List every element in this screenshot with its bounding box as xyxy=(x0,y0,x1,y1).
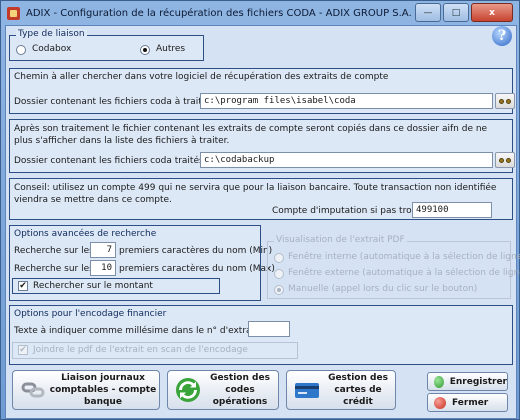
maximize-button[interactable]: □ xyxy=(443,3,469,22)
montant-checkbox-row[interactable]: ✔ Rechercher sur le montant xyxy=(12,278,220,294)
gestion-codes-operations-label: Gestion des codes opérations xyxy=(210,373,270,407)
traites-label: Dossier contenant les fichiers coda trai… xyxy=(14,156,204,166)
save-icon xyxy=(434,375,444,388)
recherche-max-input[interactable]: 10 xyxy=(90,260,116,276)
fenetre-interne-label[interactable]: Fenêtre interne (automatique à la sélect… xyxy=(288,252,520,262)
radio-manuelle[interactable] xyxy=(274,285,284,295)
chemin-panel: Chemin à aller chercher dans votre logic… xyxy=(9,68,515,114)
recycle-icon xyxy=(174,376,202,404)
autres-label[interactable]: Autres xyxy=(156,44,185,54)
visualisation-panel: Visualisation de l'extrait PDF Fenêtre i… xyxy=(267,235,520,299)
recherche-max-suffix: premiers caractères du nom (Max) xyxy=(119,264,275,274)
type-liaison-panel: Type de liaison Codabox Autres xyxy=(9,29,204,61)
radio-codabox[interactable] xyxy=(16,45,26,55)
minimize-button[interactable]: — xyxy=(415,3,441,22)
radio-fenetre-externe[interactable] xyxy=(274,269,284,279)
help-icon[interactable]: ? xyxy=(492,26,512,46)
liaison-journaux-label: Liaison journaux comptables - compte ban… xyxy=(49,373,157,407)
liaison-journaux-button[interactable]: Liaison journaux comptables - compte ban… xyxy=(12,370,160,410)
compte-imputation-label: Compte d'imputation si pas trouvé xyxy=(272,206,429,216)
fenetre-externe-label[interactable]: Fenêtre externe (automatique à la sélect… xyxy=(288,268,520,278)
encodage-legend: Options pour l'encodage financier xyxy=(14,309,167,319)
credit-card-icon xyxy=(293,376,321,404)
chemin-intro: Chemin à aller chercher dans votre logic… xyxy=(14,72,389,82)
radio-fenetre-interne[interactable] xyxy=(274,253,284,263)
codabox-label[interactable]: Codabox xyxy=(32,44,71,54)
chemin-label: Dossier contenant les fichiers coda à tr… xyxy=(14,97,212,107)
radio-autres[interactable] xyxy=(140,45,150,55)
gestion-codes-operations-button[interactable]: Gestion des codes opérations xyxy=(167,370,279,410)
chemin-browse-button[interactable] xyxy=(495,93,515,109)
close-button[interactable]: x xyxy=(471,3,513,22)
recherche-min-prefix: Recherche sur les xyxy=(14,246,94,256)
recherche-min-suffix: premiers caractères du nom (Min) xyxy=(119,246,273,256)
app-icon xyxy=(7,6,20,20)
main-window: ADIX - Configuration de la récupération … xyxy=(0,0,520,420)
enregistrer-label: Enregistrer xyxy=(449,376,507,387)
montant-checkbox[interactable]: ✔ xyxy=(18,281,28,291)
gestion-cartes-credit-label: Gestion des cartes de crédit xyxy=(328,373,388,407)
recherche-max-prefix: Recherche sur les xyxy=(14,264,94,274)
joindre-label[interactable]: Joindre le pdf de l'extrait en scan de l… xyxy=(33,345,248,355)
montant-label[interactable]: Rechercher sur le montant xyxy=(33,281,153,291)
recherche-min-input[interactable]: 7 xyxy=(90,242,116,258)
traites-input[interactable]: c:\codabackup xyxy=(200,152,493,168)
compte-imputation-input[interactable]: 499100 xyxy=(412,202,492,218)
window-controls: — □ x xyxy=(415,3,513,22)
window-title: ADIX - Configuration de la récupération … xyxy=(26,7,412,19)
close-icon xyxy=(434,396,446,409)
traites-intro: Après son traitement le fichier contenan… xyxy=(14,124,488,146)
encodage-panel: Options pour l'encodage financier Texte … xyxy=(9,305,513,365)
fermer-button[interactable]: Fermer xyxy=(427,393,508,412)
manuelle-label[interactable]: Manuelle (appel lors du clic sur le bout… xyxy=(288,284,477,294)
traites-browse-button[interactable] xyxy=(495,152,515,168)
binoculars-icon xyxy=(499,157,511,164)
visualisation-legend: Visualisation de l'extrait PDF xyxy=(274,235,407,245)
joindre-checkbox-row[interactable]: ✔ Joindre le pdf de l'extrait en scan de… xyxy=(12,342,298,359)
conseil-panel: Conseil: utilisez un compte 499 qui ne s… xyxy=(9,178,513,220)
binoculars-icon xyxy=(499,98,511,105)
recherche-panel: Options avancées de recherche Recherche … xyxy=(9,225,275,301)
joindre-checkbox[interactable]: ✔ xyxy=(18,345,28,355)
millesime-input[interactable] xyxy=(248,321,290,337)
type-liaison-legend: Type de liaison xyxy=(16,29,87,39)
gestion-cartes-credit-button[interactable]: Gestion des cartes de crédit xyxy=(286,370,396,410)
recherche-legend: Options avancées de recherche xyxy=(14,229,157,239)
millesime-label: Texte à indiquer comme millésime dans le… xyxy=(14,326,258,336)
enregistrer-button[interactable]: Enregistrer xyxy=(427,372,508,391)
fermer-label: Fermer xyxy=(452,397,489,408)
title-bar[interactable]: ADIX - Configuration de la récupération … xyxy=(1,1,519,25)
chemin-input[interactable]: c:\program files\isabel\coda xyxy=(200,93,493,109)
link-icon xyxy=(19,376,47,404)
traites-panel: Après son traitement le fichier contenan… xyxy=(9,119,515,173)
